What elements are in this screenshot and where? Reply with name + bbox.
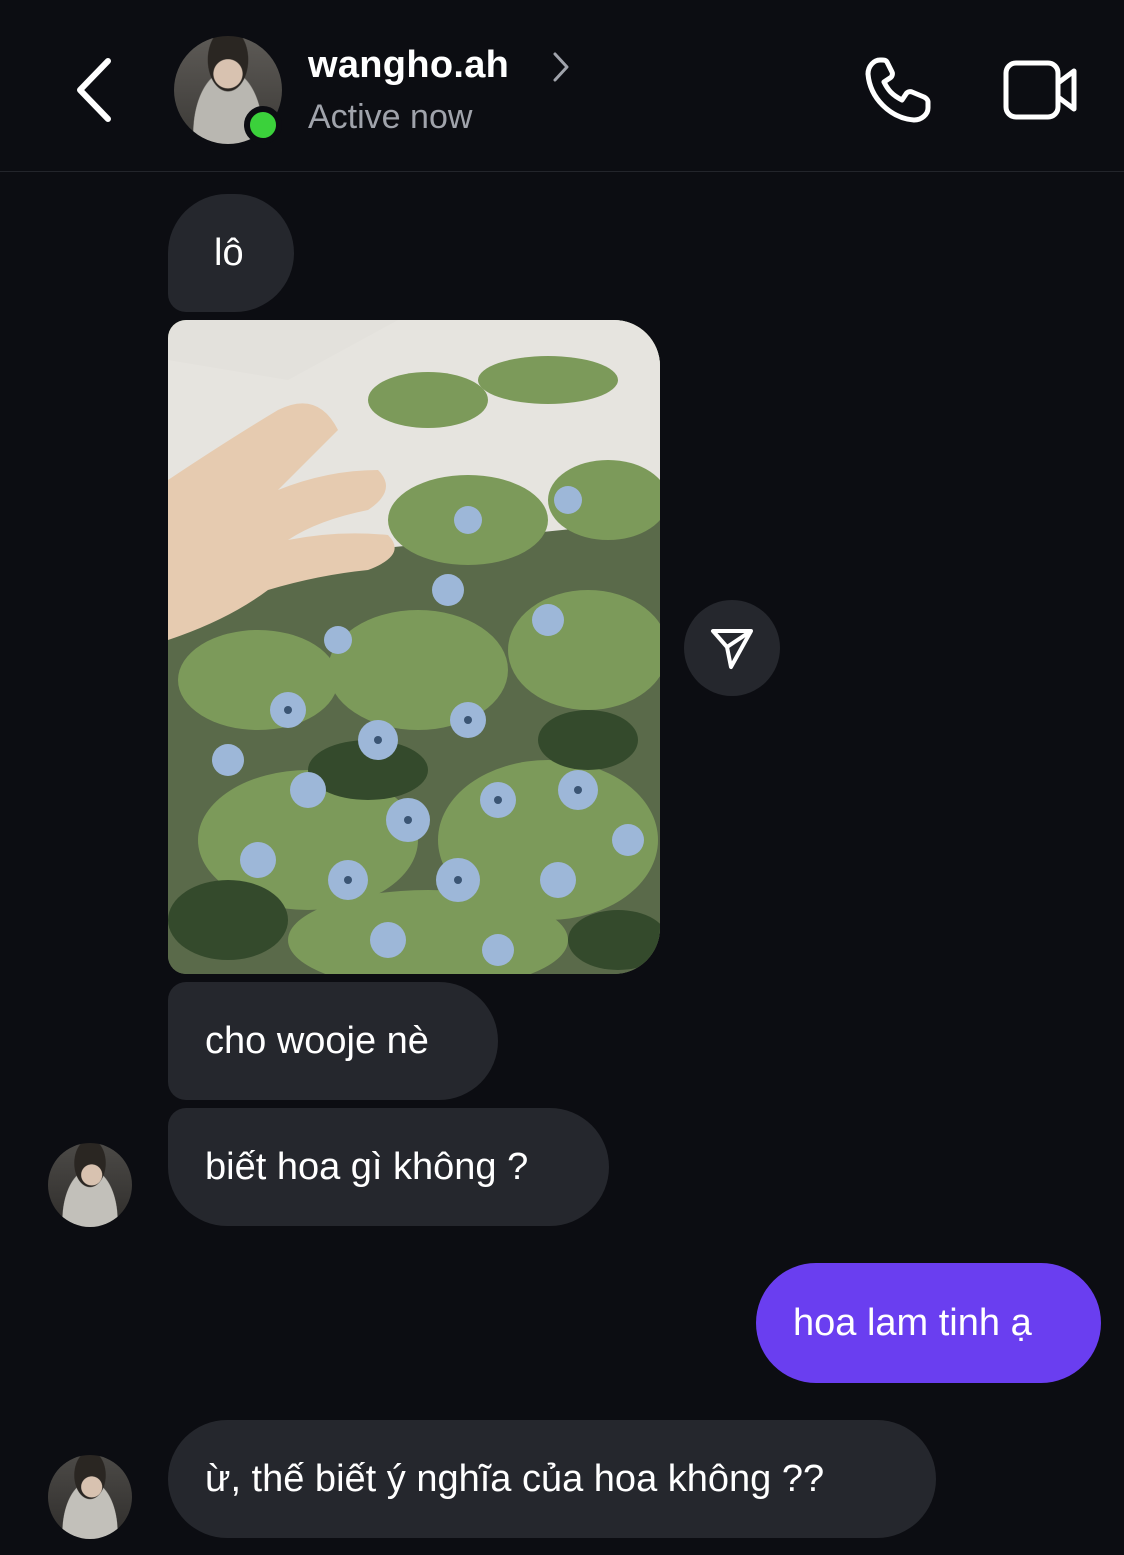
sender-avatar[interactable] [48,1143,132,1227]
paper-plane-icon [711,629,753,669]
back-button[interactable] [70,55,120,125]
message-bubble-incoming[interactable]: ừ, thế biết ý nghĩa của hoa không ?? [168,1420,936,1538]
message-bubble-outgoing[interactable]: hoa lam tinh ạ [756,1263,1101,1383]
message-photo[interactable] [168,320,660,974]
message-bubble-incoming[interactable]: lô [168,194,294,312]
message-text: biết hoa gì không ? [205,1145,529,1188]
message-text: cho wooje nè [205,1019,429,1062]
chevron-right-icon[interactable] [551,50,571,84]
active-status: Active now [308,98,473,136]
online-status-dot [244,106,282,144]
sender-avatar[interactable] [48,1455,132,1539]
chat-header: wangho.ah Active now [0,0,1124,172]
message-text: hoa lam tinh ạ [793,1301,1032,1344]
message-text: ừ, thế biết ý nghĩa của hoa không ?? [205,1457,825,1500]
phone-icon [865,57,931,123]
video-camera-icon [1003,60,1077,120]
message-bubble-incoming[interactable]: biết hoa gì không ? [168,1108,609,1226]
username[interactable]: wangho.ah [308,44,509,87]
share-button[interactable] [684,600,780,696]
message-text: lô [214,231,244,274]
video-call-button[interactable] [1000,55,1082,125]
message-bubble-incoming[interactable]: cho wooje nè [168,982,498,1100]
flower-photo-image [168,320,660,974]
voice-call-button[interactable] [860,52,936,128]
chevron-left-icon [77,58,111,122]
